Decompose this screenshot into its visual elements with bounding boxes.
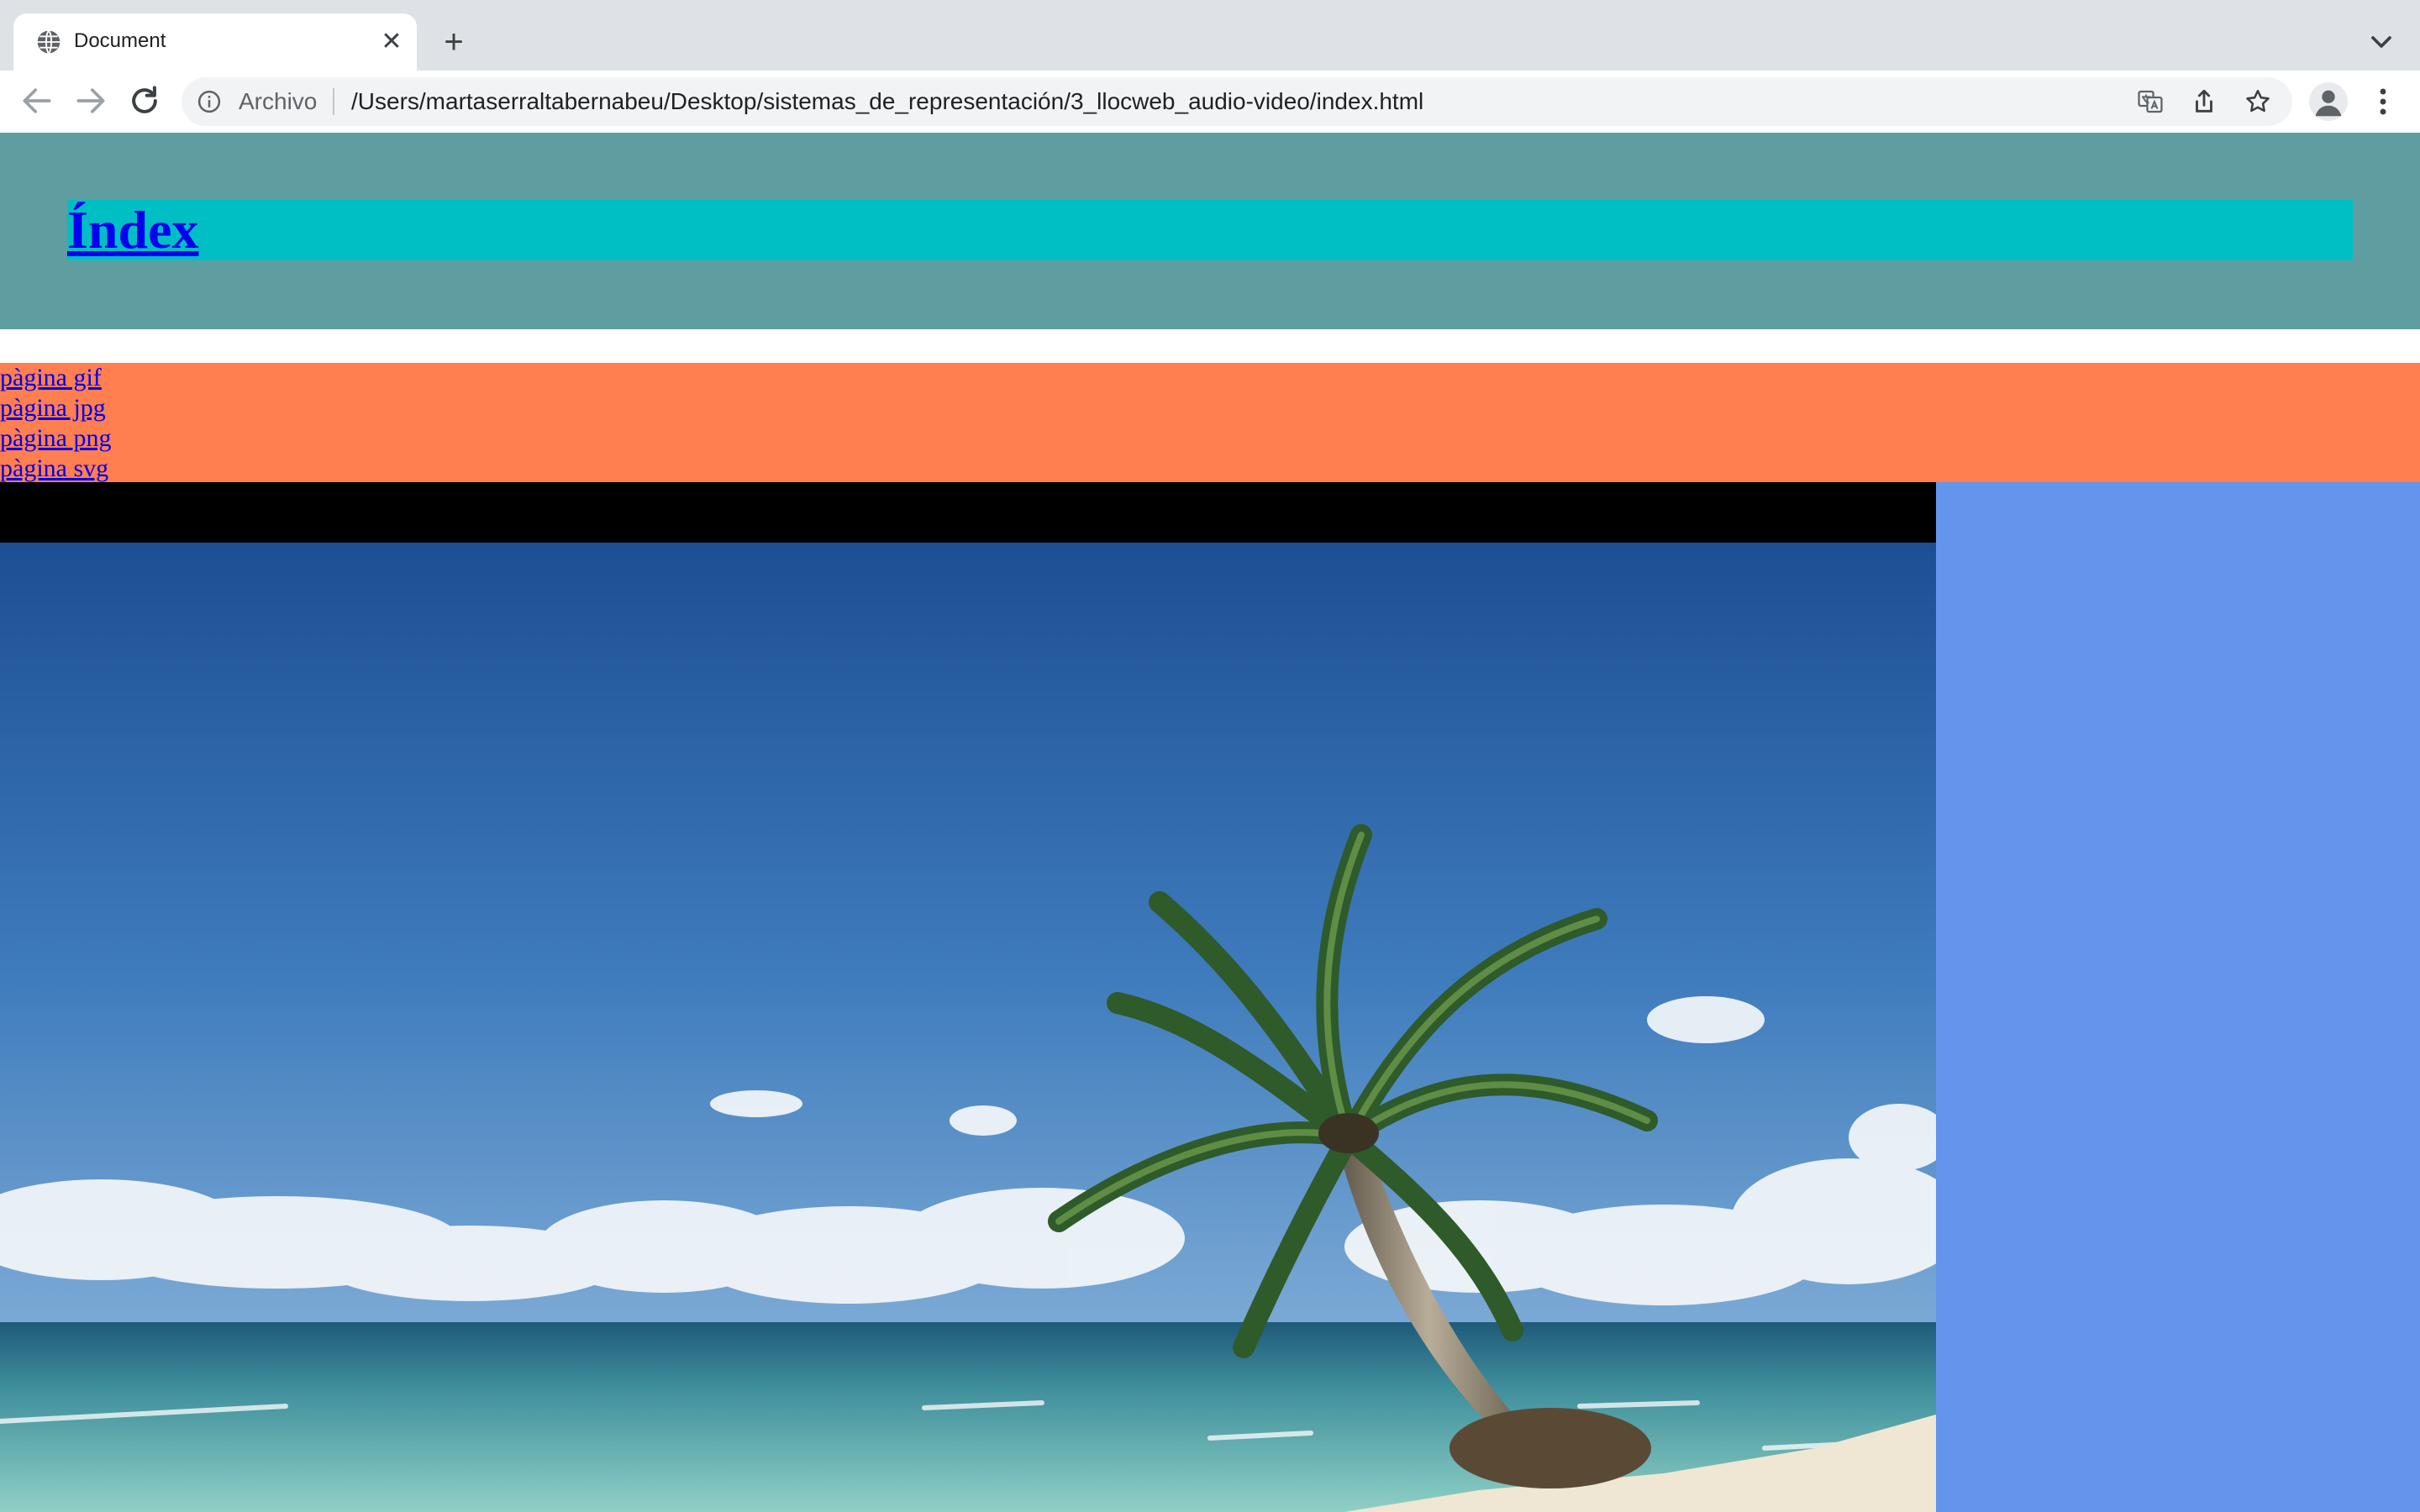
tab-title: Document [74,29,166,52]
share-icon[interactable] [2190,87,2218,116]
security-chip-label[interactable]: Archivo [239,86,317,118]
page-title-link[interactable]: Índex [67,197,199,264]
profile-avatar-button[interactable] [2309,82,2348,121]
address-bar[interactable]: Archivo /Users/martaserraltabernabeu/Des… [182,77,2292,126]
kebab-menu-icon[interactable] [2368,82,2398,121]
globe-icon [37,30,60,54]
browser-tab[interactable]: Document ✕ [13,13,417,71]
reload-icon[interactable] [126,82,163,119]
nav-link-jpg[interactable]: pàgina jpg [0,393,2420,423]
site-info-icon[interactable] [197,89,222,114]
video-player[interactable] [0,482,1936,1512]
page-header: Índex [0,133,2420,329]
web-page: Índex pàgina gif pàgina jpg pàgina png p… [0,133,2420,1512]
avatar-icon [2315,90,2342,117]
browser-toolbar: Archivo /Users/martaserraltabernabeu/Des… [0,71,2420,133]
page-nav: pàgina gif pàgina jpg pàgina png pàgina … [0,363,2420,482]
omnibox-divider [333,88,334,115]
page-title-bar: Índex [67,200,2353,260]
new-tab-button[interactable]: + [434,24,474,60]
back-arrow-icon[interactable] [18,82,55,119]
close-tab-icon[interactable]: ✕ [376,27,407,57]
nav-link-gif[interactable]: pàgina gif [0,363,2420,393]
forward-arrow-icon[interactable] [72,82,109,119]
nav-link-svg[interactable]: pàgina svg [0,454,2420,484]
url-text[interactable]: /Users/martaserraltabernabeu/Desktop/sis… [351,86,1423,118]
tab-search-chevron-icon[interactable] [2365,25,2398,59]
nav-link-png[interactable]: pàgina png [0,423,2420,454]
palm-beach-video-frame [0,482,1936,1512]
translate-icon[interactable] [2136,87,2165,116]
bookmark-star-icon[interactable] [2244,87,2272,116]
main-section [0,482,2420,1512]
tab-strip: Document ✕ + [0,0,2420,71]
